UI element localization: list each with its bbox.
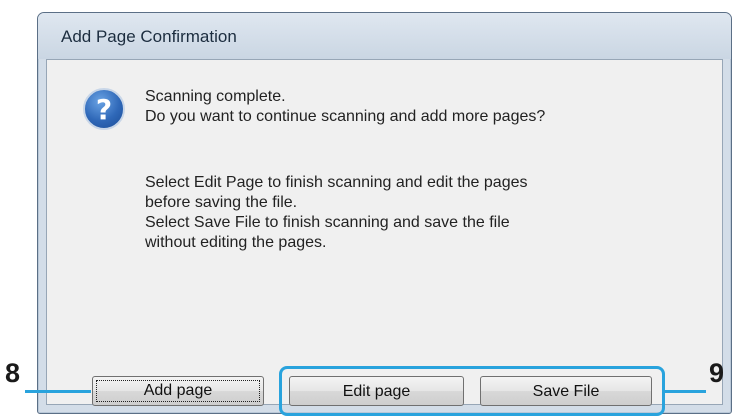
dialog-title: Add Page Confirmation xyxy=(61,27,237,46)
add-page-label: Add page xyxy=(96,380,260,402)
detail-line-2: before saving the file. xyxy=(145,194,298,211)
message-line-2: Do you want to continue scanning and add… xyxy=(145,108,546,125)
callout-8-leader xyxy=(25,390,91,393)
detail-line-3: Select Save File to finish scanning and … xyxy=(145,214,510,231)
callout-8: 8 xyxy=(5,358,21,388)
add-page-confirmation-dialog: Add Page Confirmation ? Scanning complet… xyxy=(37,12,732,414)
dialog-body: ? Scanning complete. Do you want to cont… xyxy=(46,59,723,405)
add-page-button[interactable]: Add page xyxy=(92,376,264,406)
highlight-box xyxy=(279,366,665,416)
detail-line-1: Select Edit Page to finish scanning and … xyxy=(145,174,528,191)
title-bar[interactable]: Add Page Confirmation xyxy=(38,13,731,59)
callout-9: 9 xyxy=(709,358,725,388)
question-icon: ? xyxy=(83,88,125,130)
detail-line-4: without editing the pages. xyxy=(145,234,327,251)
callout-9-leader xyxy=(665,390,706,393)
message-line-1: Scanning complete. xyxy=(145,88,286,105)
